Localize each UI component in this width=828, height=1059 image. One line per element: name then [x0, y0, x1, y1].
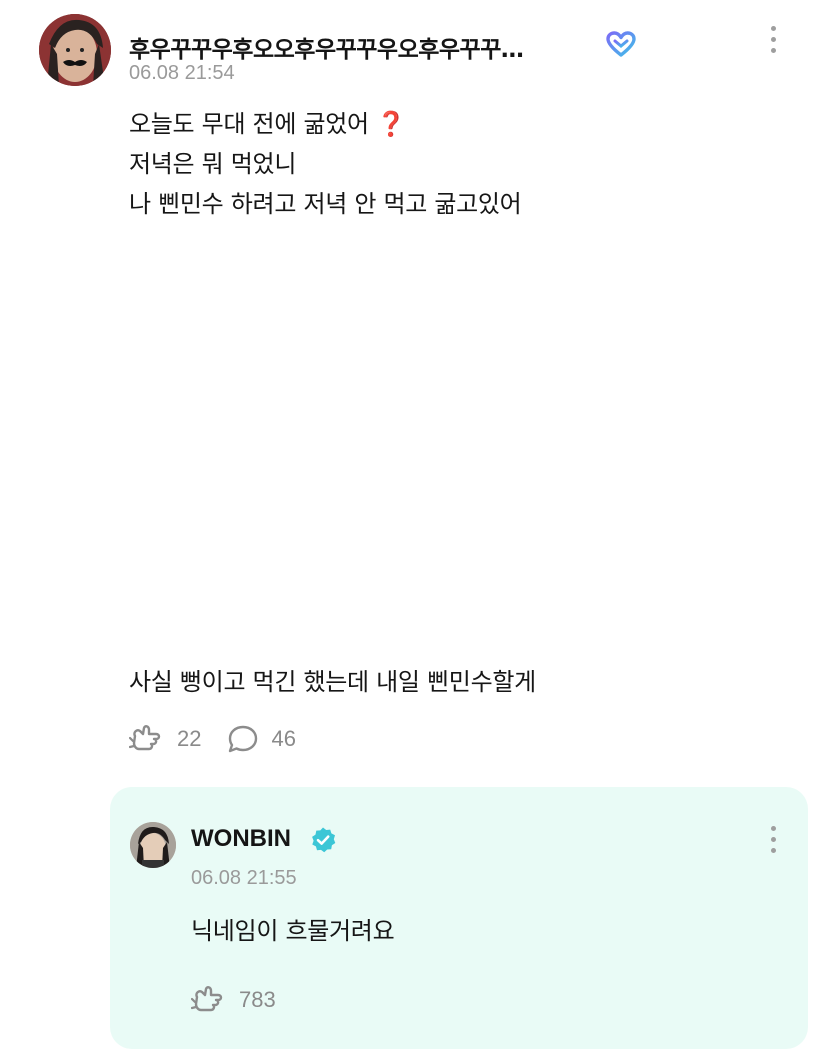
post-line-2: 저녁은 뭐 먹었니 [129, 150, 297, 178]
post-more-options-icon[interactable] [763, 19, 783, 59]
author-avatar[interactable] [39, 14, 111, 86]
post-header: 후우꾸꾸우후오오후우꾸꾸우오후우꾸꾸… 06.08 21:54 [39, 14, 799, 86]
reply-body: 닉네임이 흐물거려요 [191, 917, 395, 945]
comment-icon [227, 724, 259, 754]
question-mark-emoji: ❓ [376, 110, 406, 138]
post-actions: 22 46 [129, 722, 322, 756]
reply-like-button[interactable]: 783 [191, 985, 276, 1015]
reply-actions: 783 [191, 983, 302, 1017]
author-name[interactable]: 후우꾸꾸우후오오후우꾸꾸우오후우꾸꾸… [129, 30, 599, 64]
post-line-1: 오늘도 무대 전에 굶었어 ❓ [129, 104, 789, 144]
post-line-1-text: 오늘도 무대 전에 굶었어 [129, 110, 369, 138]
comment-button[interactable]: 46 [227, 724, 296, 754]
post-body: 오늘도 무대 전에 굶었어 ❓ 저녁은 뭐 먹었니 나 삔민수 하려고 저녁 안… [129, 104, 789, 224]
like-icon [129, 724, 165, 754]
verified-badge-icon [309, 826, 337, 854]
reply-author-name[interactable]: WONBIN [191, 825, 291, 853]
reply-more-options-icon[interactable] [763, 819, 783, 859]
post-line-4: 사실 뻥이고 먹긴 했는데 내일 삔민수할게 [129, 668, 536, 696]
reply-like-count: 783 [239, 987, 276, 1012]
reply-timestamp: 06.08 21:55 [191, 867, 297, 889]
post-line-3: 나 삔민수 하려고 저녁 안 먹고 굶고있어 [129, 190, 522, 218]
comment-count: 46 [271, 726, 296, 751]
artist-reply-card: WONBIN 06.08 21:55 닉네임이 흐물거려요 783 [110, 787, 808, 1049]
reply-author-avatar[interactable] [130, 822, 176, 868]
post-timestamp: 06.08 21:54 [129, 62, 235, 84]
like-count: 22 [177, 726, 202, 751]
post-detail-page: 후우꾸꾸우후오오후우꾸꾸우오후우꾸꾸… 06.08 21:54 오늘도 무대 전… [0, 0, 828, 1059]
membership-heart-icon [606, 31, 636, 57]
like-button[interactable]: 22 [129, 724, 201, 754]
like-icon [191, 985, 227, 1015]
